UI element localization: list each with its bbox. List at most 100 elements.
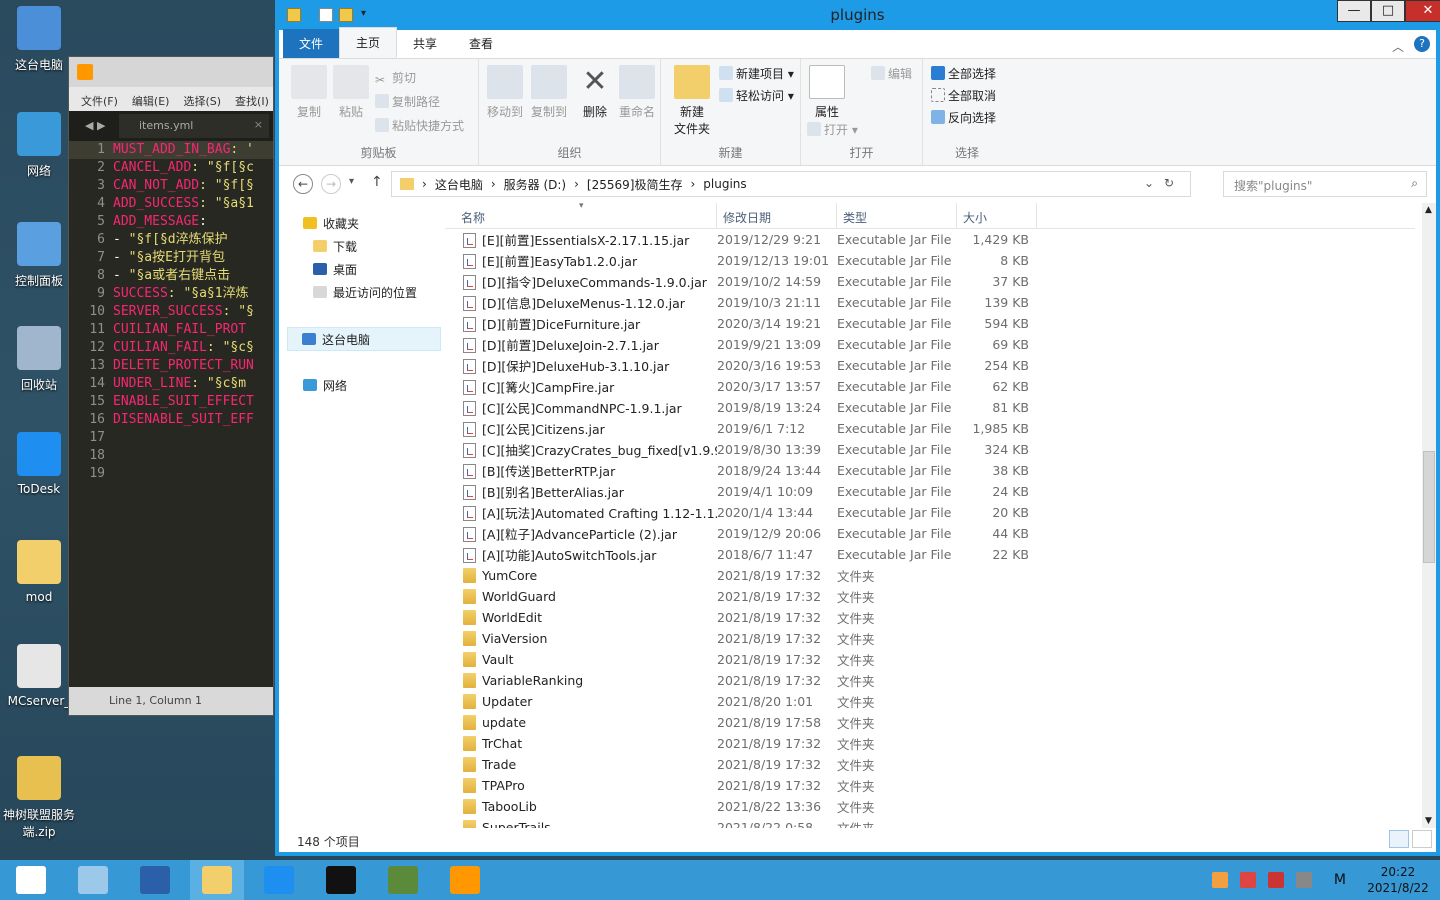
- taskbar-app-button[interactable]: [66, 860, 120, 900]
- details-view-icon[interactable]: [1389, 830, 1409, 848]
- tab-view[interactable]: 查看: [453, 29, 509, 58]
- copy-to-button[interactable]: 复制到: [527, 65, 571, 120]
- paste-shortcut-button[interactable]: 粘贴快捷方式: [375, 117, 464, 134]
- file-row[interactable]: [A][功能]AutoSwitchTools.jar 2018/6/7 11:47…: [445, 544, 1415, 565]
- file-row[interactable]: [D][保护]DeluxeHub-3.1.10.jar 2020/3/16 19:…: [445, 355, 1415, 376]
- taskbar-app-button[interactable]: [128, 860, 182, 900]
- column-type[interactable]: 类型: [837, 203, 957, 229]
- search-icon[interactable]: ⌕: [1411, 176, 1418, 191]
- move-to-button[interactable]: 移动到: [483, 65, 527, 120]
- scroll-up-icon[interactable]: ▲: [1425, 205, 1432, 215]
- file-row[interactable]: [A][粒子]AdvanceParticle (2).jar 2019/12/9 …: [445, 523, 1415, 544]
- desktop-icon-item[interactable]: 神树联盟服务端.zip: [0, 756, 78, 840]
- copy-path-button[interactable]: 复制路径: [375, 93, 440, 110]
- file-row[interactable]: YumCore 2021/8/19 17:32 文件夹: [445, 565, 1415, 586]
- nav-this-pc[interactable]: 这台电脑: [287, 327, 441, 351]
- flag-warning-icon[interactable]: [1267, 872, 1284, 888]
- properties-button[interactable]: 属性: [807, 65, 847, 120]
- file-row[interactable]: [B][别名]BetterAlias.jar 2019/4/1 10:09 Exec…: [445, 481, 1415, 502]
- file-row[interactable]: VariableRanking 2021/8/19 17:32 文件夹: [445, 670, 1415, 691]
- minimize-button[interactable]: —: [1337, 0, 1371, 22]
- file-row[interactable]: [B][传送]BetterRTP.jar 2018/9/24 13:44 Execu…: [445, 460, 1415, 481]
- scrollbar-thumb[interactable]: [1423, 451, 1435, 563]
- easy-access-button[interactable]: 轻松访问 ▾: [719, 87, 794, 104]
- file-row[interactable]: WorldEdit 2021/8/19 17:32 文件夹: [445, 607, 1415, 628]
- open-button[interactable]: 打开 ▾: [807, 121, 858, 138]
- tab-home[interactable]: 主页: [339, 27, 398, 58]
- copy-button[interactable]: 复制: [289, 65, 329, 120]
- select-all-button[interactable]: 全部选择: [931, 65, 996, 82]
- edit-button[interactable]: 编辑: [871, 65, 912, 82]
- column-size[interactable]: 大小: [957, 203, 1037, 229]
- desktop-icon-item[interactable]: 这台电脑: [0, 6, 78, 73]
- editor-menu-item[interactable]: 文件(F): [81, 93, 118, 108]
- code-area[interactable]: 1 MUST_ADD_IN_BAG: ' 2 CANCEL_ADD: "§f[§c 3 C…: [69, 141, 273, 483]
- ime-indicator[interactable]: M: [1334, 872, 1346, 888]
- network-tray-icon[interactable]: [1295, 872, 1312, 888]
- file-row[interactable]: TabooLib 2021/8/22 13:36 文件夹: [445, 796, 1415, 817]
- tab-share[interactable]: 共享: [397, 29, 453, 58]
- desktop-icon-item[interactable]: 网络: [0, 112, 78, 179]
- volume-icon[interactable]: [1211, 872, 1228, 888]
- refresh-icon[interactable]: ↻: [1164, 176, 1174, 190]
- desktop-icon-item[interactable]: 回收站: [0, 326, 78, 393]
- taskbar-app-button[interactable]: [376, 860, 430, 900]
- file-row[interactable]: [C][篝火]CampFire.jar 2020/3/17 13:57 Execut…: [445, 376, 1415, 397]
- vertical-scrollbar[interactable]: ▲ ▼: [1422, 203, 1436, 828]
- collapse-ribbon-icon[interactable]: ︿: [1392, 38, 1404, 55]
- help-icon[interactable]: ?: [1414, 36, 1430, 52]
- breadcrumb-plugins[interactable]: plugins: [703, 177, 746, 191]
- nav-favorites[interactable]: 收藏夹: [303, 215, 359, 232]
- file-row[interactable]: TrChat 2021/8/19 17:32 文件夹: [445, 733, 1415, 754]
- tab-file[interactable]: 文件: [283, 29, 340, 58]
- back-arrow-icon[interactable]: ←: [293, 174, 313, 194]
- large-icons-view-icon[interactable]: [1412, 830, 1432, 848]
- tab-nav-arrows-icon[interactable]: ◀ ▶: [85, 119, 105, 132]
- new-folder-button[interactable]: 新建 文件夹: [665, 65, 719, 137]
- file-row[interactable]: [E][前置]EssentialsX-2.17.1.15.jar 2019/12/…: [445, 229, 1415, 250]
- speaker-muted-icon[interactable]: [1239, 872, 1256, 888]
- clock[interactable]: 20:22 2021/8/22: [1356, 864, 1440, 896]
- file-row[interactable]: Updater 2021/8/20 1:01 文件夹: [445, 691, 1415, 712]
- scroll-down-icon[interactable]: ▼: [1425, 816, 1432, 826]
- file-row[interactable]: [D][前置]DeluxeJoin-2.7.1.jar 2019/9/21 13:…: [445, 334, 1415, 355]
- invert-selection-button[interactable]: 反向选择: [931, 109, 996, 126]
- text-editor-window[interactable]: 文件(F) 编辑(E) 选择(S) 查找(I) items.yml × ◀ ▶ 1 MU…: [68, 56, 274, 716]
- close-tab-icon[interactable]: ×: [254, 118, 263, 131]
- rename-button[interactable]: 重命名: [615, 65, 659, 120]
- file-row[interactable]: [C][公民]Citizens.jar 2019/6/1 7:12 Executab…: [445, 418, 1415, 439]
- taskbar-app-button[interactable]: [438, 860, 492, 900]
- file-row[interactable]: SuperTrails 2021/8/22 0:58 文件夹: [445, 817, 1415, 828]
- search-input[interactable]: 搜索"plugins" ⌕: [1223, 171, 1427, 197]
- editor-menu-item[interactable]: 查找(I): [235, 93, 269, 108]
- file-row[interactable]: [D][指令]DeluxeCommands-1.9.0.jar 2019/10/2…: [445, 271, 1415, 292]
- close-button[interactable]: ✕: [1405, 0, 1440, 22]
- taskbar-app-button[interactable]: [190, 860, 244, 900]
- nav-recent[interactable]: 最近访问的位置: [313, 284, 417, 301]
- breadcrumb-drive[interactable]: 服务器 (D:): [504, 176, 566, 193]
- file-row[interactable]: update 2021/8/19 17:58 文件夹: [445, 712, 1415, 733]
- file-row[interactable]: [E][前置]EasyTab1.2.0.jar 2019/12/13 19:01 E…: [445, 250, 1415, 271]
- editor-titlebar[interactable]: [69, 57, 273, 87]
- file-row[interactable]: Trade 2021/8/19 17:32 文件夹: [445, 754, 1415, 775]
- desktop-icon-item[interactable]: mod: [0, 540, 78, 604]
- maximize-button[interactable]: □: [1371, 0, 1405, 22]
- recent-locations-icon[interactable]: ▾: [349, 176, 354, 187]
- desktop-icon-item[interactable]: MCserver_: [0, 644, 78, 708]
- file-list[interactable]: 名称 ▾ 修改日期 类型 大小 [E][前置]EssentialsX-2.17.1…: [445, 203, 1415, 828]
- editor-tab[interactable]: items.yml ×: [119, 114, 269, 138]
- file-row[interactable]: [D][前置]DiceFurniture.jar 2020/3/14 19:21 E…: [445, 313, 1415, 334]
- up-arrow-icon[interactable]: ↑: [371, 174, 383, 190]
- nav-network[interactable]: 网络: [303, 377, 347, 394]
- delete-button[interactable]: ✕ 删除: [575, 65, 615, 120]
- desktop-icon-item[interactable]: ToDesk: [0, 432, 78, 496]
- file-explorer-window[interactable]: ▾ plugins — □ ✕ 文件 主页 共享 查看 ︿ ? 复制 粘贴 ✂ 剪…: [275, 0, 1440, 856]
- file-row[interactable]: Vault 2021/8/19 17:32 文件夹: [445, 649, 1415, 670]
- column-name[interactable]: 名称 ▾: [445, 203, 717, 229]
- paste-button[interactable]: 粘贴: [331, 65, 371, 120]
- taskbar-app-button[interactable]: [314, 860, 368, 900]
- file-row[interactable]: WorldGuard 2021/8/19 17:32 文件夹: [445, 586, 1415, 607]
- file-row[interactable]: [A][玩法]Automated Crafting 1.12-1.1... 202…: [445, 502, 1415, 523]
- file-row[interactable]: [C][公民]CommandNPC-1.9.1.jar 2019/8/19 13:…: [445, 397, 1415, 418]
- taskbar-app-button[interactable]: [4, 860, 58, 900]
